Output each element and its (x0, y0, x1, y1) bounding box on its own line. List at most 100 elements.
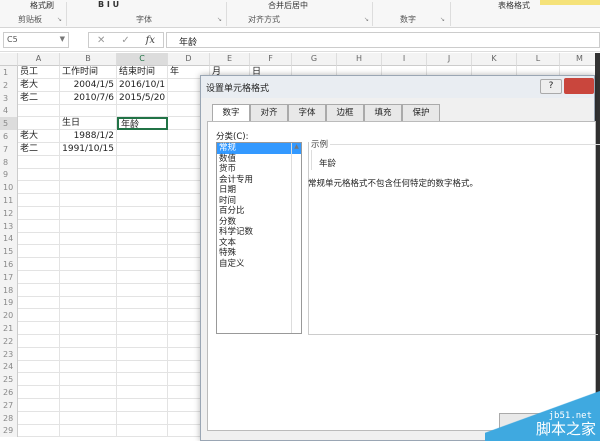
cell-A22[interactable] (18, 334, 60, 348)
row-header-20[interactable]: 20 (0, 309, 18, 323)
category-item[interactable]: 日期 (217, 185, 301, 196)
cell-A24[interactable] (18, 360, 60, 374)
cell-C13[interactable] (117, 219, 168, 233)
cell-C21[interactable] (117, 322, 168, 335)
cell-A23[interactable] (18, 347, 60, 361)
name-box[interactable]: C5 ▼ (3, 32, 69, 48)
formula-input[interactable]: 年龄 (166, 32, 600, 48)
cell-A28[interactable] (18, 411, 60, 425)
cell-C25[interactable] (117, 373, 168, 387)
cell-B19[interactable] (60, 296, 117, 310)
row-header-1[interactable]: 1 (0, 66, 18, 79)
launcher-icon[interactable]: ↘ (217, 16, 222, 23)
cell-B21[interactable] (60, 322, 117, 335)
row-header-5[interactable]: 5 (0, 117, 18, 131)
category-item[interactable]: 分数 (217, 217, 301, 228)
cell-B7[interactable]: 1991/10/15 (60, 142, 117, 156)
row-header-6[interactable]: 6 (0, 130, 18, 143)
cell-B1[interactable]: 工作时间 (60, 66, 117, 79)
column-header-L[interactable]: L (517, 53, 560, 66)
row-header-2[interactable]: 2 (0, 78, 18, 92)
tab-fill[interactable]: 填充 (364, 104, 402, 121)
cell-C11[interactable] (117, 194, 168, 207)
chevron-down-icon[interactable]: ▼ (60, 35, 65, 43)
category-item[interactable]: 数值 (217, 154, 301, 165)
cell-A8[interactable] (18, 155, 60, 169)
row-header-4[interactable]: 4 (0, 104, 18, 118)
cell-C5[interactable]: 年龄 (117, 117, 168, 131)
cancel-icon[interactable]: ✕ (97, 35, 105, 46)
tab-font[interactable]: 字体 (288, 104, 326, 121)
column-header-C[interactable]: C (117, 53, 168, 66)
cell-A25[interactable] (18, 373, 60, 387)
cell-C20[interactable] (117, 309, 168, 323)
row-header-10[interactable]: 10 (0, 181, 18, 195)
column-header-E[interactable]: E (210, 53, 250, 66)
help-button[interactable]: ? (540, 79, 562, 94)
category-item[interactable]: 科学记数 (217, 227, 301, 238)
row-header-9[interactable]: 9 (0, 168, 18, 182)
column-header-A[interactable]: A (18, 53, 60, 66)
row-header-21[interactable]: 21 (0, 322, 18, 335)
cell-C16[interactable] (117, 258, 168, 271)
cell-A20[interactable] (18, 309, 60, 323)
row-header-26[interactable]: 26 (0, 386, 18, 399)
row-header-17[interactable]: 17 (0, 270, 18, 284)
cell-C17[interactable] (117, 270, 168, 284)
cell-B29[interactable] (60, 424, 117, 438)
category-item[interactable]: 文本 (217, 238, 301, 249)
row-header-12[interactable]: 12 (0, 206, 18, 220)
cell-A12[interactable] (18, 206, 60, 220)
tab-protection[interactable]: 保护 (402, 104, 440, 121)
cell-A16[interactable] (18, 258, 60, 271)
cell-A2[interactable]: 老大 (18, 78, 60, 92)
row-header-15[interactable]: 15 (0, 245, 18, 259)
cell-C27[interactable] (117, 398, 168, 412)
select-all-corner[interactable] (0, 53, 18, 66)
category-list[interactable]: ▲ 常规 数值 货币 会计专用 日期 时间 百分比 分数 科学记数 文本 特殊 自定义 (216, 142, 302, 334)
row-header-24[interactable]: 24 (0, 360, 18, 374)
cell-C19[interactable] (117, 296, 168, 310)
function-icon[interactable]: fx (146, 35, 155, 46)
row-header-22[interactable]: 22 (0, 334, 18, 348)
column-header-K[interactable]: K (472, 53, 517, 66)
cell-B20[interactable] (60, 309, 117, 323)
cell-C26[interactable] (117, 386, 168, 399)
cell-A3[interactable]: 老二 (18, 91, 60, 105)
column-header-J[interactable]: J (427, 53, 472, 66)
cell-C15[interactable] (117, 245, 168, 259)
row-header-18[interactable]: 18 (0, 283, 18, 297)
cell-B8[interactable] (60, 155, 117, 169)
cell-B10[interactable] (60, 181, 117, 195)
row-header-7[interactable]: 7 (0, 142, 18, 156)
column-header-B[interactable]: B (60, 53, 117, 66)
column-header-D[interactable]: D (168, 53, 210, 66)
cell-B11[interactable] (60, 194, 117, 207)
row-header-16[interactable]: 16 (0, 258, 18, 271)
column-header-M[interactable]: M (560, 53, 600, 66)
column-header-G[interactable]: G (292, 53, 337, 66)
row-header-27[interactable]: 27 (0, 398, 18, 412)
column-header-F[interactable]: F (250, 53, 292, 66)
cell-C24[interactable] (117, 360, 168, 374)
cell-B13[interactable] (60, 219, 117, 233)
cell-A6[interactable]: 老大 (18, 130, 60, 143)
cell-A18[interactable] (18, 283, 60, 297)
row-header-14[interactable]: 14 (0, 232, 18, 246)
cell-C8[interactable] (117, 155, 168, 169)
cell-C23[interactable] (117, 347, 168, 361)
cell-C1[interactable]: 结束时间 (117, 66, 168, 79)
cell-A10[interactable] (18, 181, 60, 195)
cell-C4[interactable] (117, 104, 168, 118)
cell-B25[interactable] (60, 373, 117, 387)
cell-B9[interactable] (60, 168, 117, 182)
cell-B5[interactable]: 生日 (60, 117, 117, 131)
cell-B27[interactable] (60, 398, 117, 412)
close-button[interactable] (564, 78, 594, 94)
cell-B22[interactable] (60, 334, 117, 348)
cell-C18[interactable] (117, 283, 168, 297)
enter-icon[interactable]: ✓ (121, 35, 129, 46)
category-item[interactable]: 会计专用 (217, 175, 301, 186)
merge-center-button[interactable]: 合并后居中 (268, 0, 308, 11)
cell-C2[interactable]: 2016/10/1 (117, 78, 168, 92)
